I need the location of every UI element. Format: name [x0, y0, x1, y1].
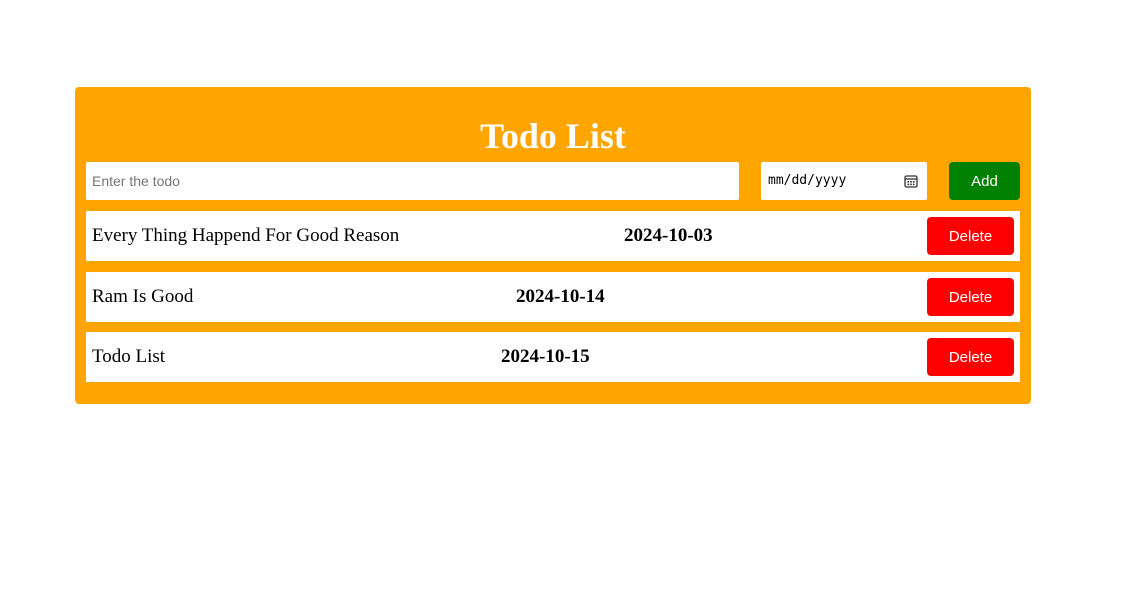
calendar-icon[interactable] — [904, 174, 918, 188]
delete-button[interactable]: Delete — [927, 278, 1014, 316]
page-title: Todo List — [480, 116, 626, 156]
todo-item: Every Thing Happend For Good Reason 2024… — [86, 211, 1020, 261]
todo-date: 2024-10-15 — [501, 346, 590, 367]
todo-input[interactable] — [86, 162, 739, 200]
todo-text: Ram Is Good — [92, 286, 194, 307]
date-input[interactable]: mm/dd/yyyy — [761, 162, 927, 200]
date-placeholder: mm/dd/yyyy — [768, 173, 847, 188]
todo-date: 2024-10-03 — [624, 225, 713, 246]
add-button[interactable]: Add — [949, 162, 1020, 200]
todo-item: Todo List 2024-10-15 Delete — [86, 332, 1020, 382]
todo-text: Every Thing Happend For Good Reason — [92, 225, 400, 246]
delete-button[interactable]: Delete — [927, 217, 1014, 255]
delete-button[interactable]: Delete — [927, 338, 1014, 376]
todo-item: Ram Is Good 2024-10-14 Delete — [86, 272, 1020, 322]
todo-text: Todo List — [92, 346, 166, 367]
todo-card: Todo List mm/dd/yyyy Add Every Thing Hap… — [75, 87, 1031, 404]
todo-date: 2024-10-14 — [516, 286, 605, 307]
